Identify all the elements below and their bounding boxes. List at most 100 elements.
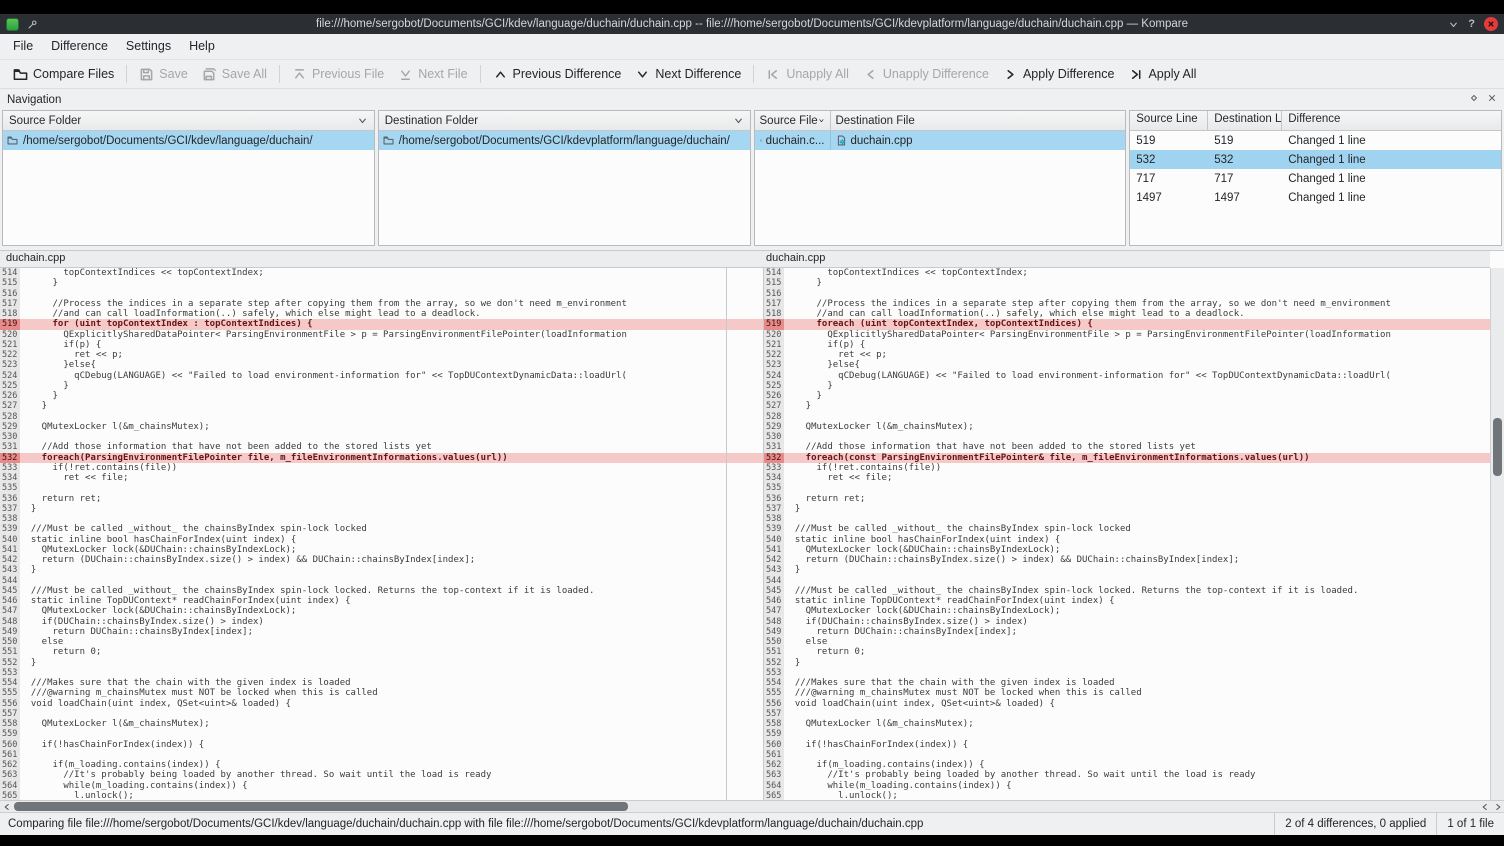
line-number-left: 561 xyxy=(0,750,20,760)
vertical-scrollbar[interactable] xyxy=(1490,268,1504,800)
shade-window-icon[interactable] xyxy=(1448,19,1459,30)
line-number-left: 523 xyxy=(0,360,20,370)
code-text-left: QMutexLocker l(&m_chainsMutex); xyxy=(20,422,726,432)
code-text-right xyxy=(784,289,1490,299)
col-destination-line[interactable]: Destination Lin xyxy=(1208,111,1282,130)
pin-icon[interactable] xyxy=(27,19,38,30)
apply-difference-button[interactable]: Apply Difference xyxy=(996,64,1122,85)
close-icon[interactable] xyxy=(1484,17,1498,31)
difference-row[interactable]: 519519Changed 1 line xyxy=(1130,131,1501,150)
code-text-right xyxy=(784,412,1490,422)
destination-file-header[interactable]: Destination File xyxy=(831,111,1126,130)
code-line-523: 523 }else{523 }else{ xyxy=(0,360,1490,370)
next-difference-button[interactable]: Next Difference xyxy=(628,64,748,85)
horizontal-scrollbar-thumb[interactable] xyxy=(14,802,628,811)
code-line-555: 555 ///@warning m_chainsMutex must NOT b… xyxy=(0,688,1490,698)
code-text-left: return ret; xyxy=(20,494,726,504)
pane-gap xyxy=(726,596,764,606)
line-number-right: 543 xyxy=(764,565,784,575)
destination-folder-item[interactable]: /home/sergobot/Documents/GCI/kdevplatfor… xyxy=(379,131,750,150)
line-number-left: 514 xyxy=(0,268,20,278)
code-line-542: 542 return (DUChain::chainsByIndex.size(… xyxy=(0,555,1490,565)
code-line-557: 557557 xyxy=(0,709,1490,719)
pane-gap xyxy=(726,360,764,370)
pane-gap xyxy=(726,401,764,411)
line-number-right: 531 xyxy=(764,442,784,452)
code-text-left: if(p) { xyxy=(20,340,726,350)
scroll-left-icon[interactable] xyxy=(0,801,13,812)
line-number-left: 547 xyxy=(0,606,20,616)
source-file-header[interactable]: Source File xyxy=(755,111,831,130)
code-line-563: 563 //It's probably being loaded by anot… xyxy=(0,770,1490,780)
pane-headers: duchain.cpp duchain.cpp xyxy=(0,251,1490,268)
pane-gap xyxy=(726,330,764,340)
code-text-right: //It's probably being loaded by another … xyxy=(784,770,1490,780)
line-number-left: 539 xyxy=(0,524,20,534)
pane-gap xyxy=(726,637,764,647)
apply-all-button[interactable]: Apply All xyxy=(1121,64,1203,85)
code-text-left xyxy=(20,514,726,524)
line-number-left: 532 xyxy=(0,453,20,463)
difference-row[interactable]: 532532Changed 1 line xyxy=(1130,150,1501,169)
menu-file[interactable]: File xyxy=(4,34,42,59)
pane-gap xyxy=(726,627,764,637)
file-pair-row[interactable]: duchain.c... duchain.cpp xyxy=(755,131,1126,150)
help-icon[interactable]: ? xyxy=(1468,18,1475,30)
horizontal-scrollbar[interactable] xyxy=(0,800,1504,812)
code-text-right xyxy=(784,514,1490,524)
code-text-left: QMutexLocker l(&m_chainsMutex); xyxy=(20,719,726,729)
source-folder-combo[interactable]: Source Folder xyxy=(3,111,374,131)
code-line-519[interactable]: 519 for (uint topContextIndex : topConte… xyxy=(0,319,1490,329)
destination-line: 532 xyxy=(1208,152,1282,168)
code-line-546: 546 static inline TopDUContext* readChai… xyxy=(0,596,1490,606)
destination-folder-path: /home/sergobot/Documents/GCI/kdevplatfor… xyxy=(399,135,730,147)
line-number-right: 562 xyxy=(764,760,784,770)
code-text-right: QMutexLocker lock(&DUChain::chainsByInde… xyxy=(784,545,1490,555)
menu-difference[interactable]: Difference xyxy=(42,34,117,59)
code-text-left xyxy=(20,709,726,719)
difference-row[interactable]: 717717Changed 1 line xyxy=(1130,169,1501,188)
code-text-left xyxy=(20,289,726,299)
differences-table-header: Source Line Destination Lin Difference xyxy=(1130,111,1501,131)
toolbar-separator xyxy=(753,65,754,83)
line-number-right: 541 xyxy=(764,545,784,555)
code-text-right: }else{ xyxy=(784,360,1490,370)
statusbar: Comparing file file:///home/sergobot/Doc… xyxy=(0,812,1504,835)
source-folder-path: /home/sergobot/Documents/GCI/kdev/langua… xyxy=(23,135,313,147)
difference-row[interactable]: 14971497Changed 1 line xyxy=(1130,188,1501,207)
line-number-left: 555 xyxy=(0,688,20,698)
menu-settings[interactable]: Settings xyxy=(117,34,180,59)
code-text-left: } xyxy=(20,278,726,288)
code-text-left: } xyxy=(20,504,726,514)
code-text-left xyxy=(20,483,726,493)
toolbar-separator xyxy=(480,65,481,83)
pane-gap xyxy=(726,350,764,360)
vertical-scrollbar-thumb[interactable] xyxy=(1493,418,1502,476)
compare-files-button[interactable]: Compare Files xyxy=(6,64,121,85)
line-number-right: 545 xyxy=(764,586,784,596)
code-text-right: return (DUChain::chainsByIndex.size() > … xyxy=(784,555,1490,565)
close-dock-icon[interactable] xyxy=(1487,93,1497,106)
code-line-564: 564 while(m_loading.contains(index)) {56… xyxy=(0,781,1490,791)
scroll-right-icon[interactable] xyxy=(1491,801,1504,812)
code-line-530: 530530 xyxy=(0,432,1490,442)
source-folder-panel: Source Folder /home/sergobot/Documents/G… xyxy=(2,110,375,246)
source-file-name: duchain.c... xyxy=(766,135,825,147)
code-text-left: ret << p; xyxy=(20,350,726,360)
pane-gap xyxy=(726,391,764,401)
code-text-left: void loadChain(uint index, QSet<uint>& l… xyxy=(20,699,726,709)
menu-help[interactable]: Help xyxy=(180,34,224,59)
source-folder-item[interactable]: /home/sergobot/Documents/GCI/kdev/langua… xyxy=(3,131,374,150)
pane-gap xyxy=(726,781,764,791)
code-text-right: } xyxy=(784,504,1490,514)
destination-folder-combo[interactable]: Destination Folder xyxy=(379,111,750,131)
col-difference[interactable]: Difference xyxy=(1282,111,1501,130)
scroll-left-icon[interactable] xyxy=(1478,801,1491,812)
code-line-532[interactable]: 532 foreach(ParsingEnvironmentFilePointe… xyxy=(0,453,1490,463)
line-number-right: 517 xyxy=(764,299,784,309)
line-number-left: 541 xyxy=(0,545,20,555)
float-dock-icon[interactable] xyxy=(1469,93,1479,106)
line-number-right: 544 xyxy=(764,576,784,586)
previous-difference-button[interactable]: Previous Difference xyxy=(486,64,629,85)
col-source-line[interactable]: Source Line xyxy=(1130,111,1208,130)
